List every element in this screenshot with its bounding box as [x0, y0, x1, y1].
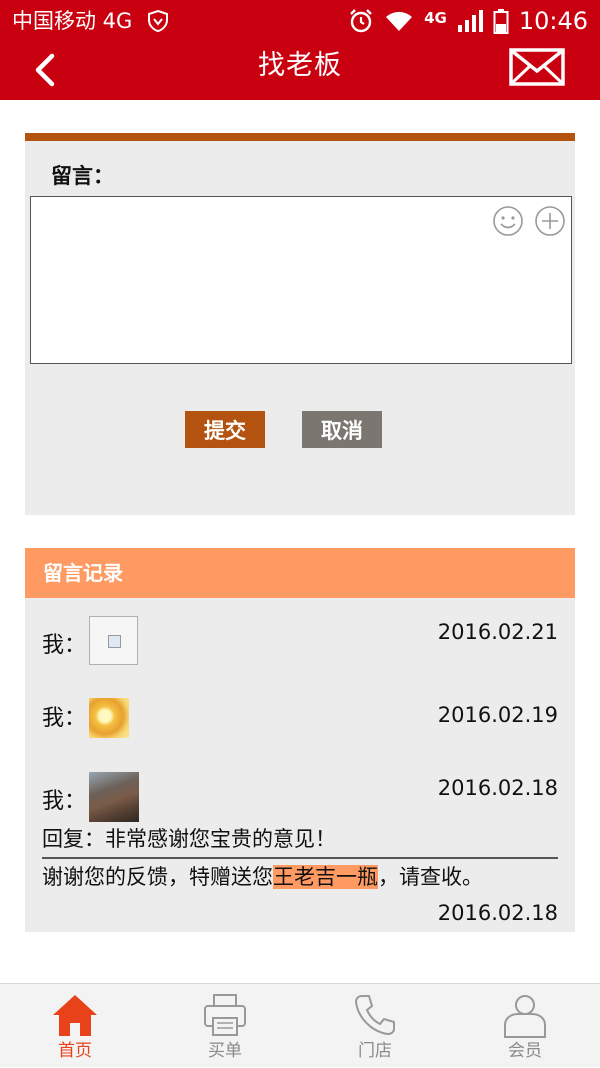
- phone-icon: [354, 995, 395, 1036]
- shield-icon: [148, 9, 168, 33]
- thanks-prefix: 谢谢您的反馈，特赠送您: [42, 865, 273, 889]
- status-bar: 中国移动 4G 4G 10:46: [0, 0, 600, 42]
- nav-item-bill[interactable]: 买单: [150, 984, 300, 1068]
- message-form-panel: 留言： 提交 取消: [25, 133, 575, 515]
- battery-icon: [493, 9, 509, 34]
- cancel-button[interactable]: 取消: [302, 411, 382, 448]
- clock: 10:46: [518, 7, 588, 35]
- plus-circle-icon[interactable]: [534, 205, 566, 237]
- wifi-icon: [386, 11, 413, 31]
- home-icon: [53, 995, 97, 1036]
- record-date: 2016.02.21: [437, 620, 558, 644]
- user-icon: [504, 995, 546, 1038]
- record-date: 2016.02.19: [437, 703, 558, 727]
- nav-label: 门店: [358, 1041, 392, 1061]
- smiley-icon[interactable]: [492, 205, 524, 237]
- reply-date: 2016.02.18: [437, 901, 558, 925]
- reply-divider: [42, 857, 558, 859]
- thanks-suffix: ，请查收。: [378, 865, 483, 889]
- alarm-icon: [350, 9, 372, 33]
- record-image-flower[interactable]: [89, 698, 129, 738]
- record-date: 2016.02.18: [437, 776, 558, 800]
- message-button[interactable]: [509, 47, 565, 87]
- app-header: 找老板: [0, 42, 600, 100]
- nav-item-member[interactable]: 会员: [450, 984, 600, 1068]
- nav-item-store[interactable]: 门店: [300, 984, 450, 1068]
- network-type-label: 4G: [424, 9, 447, 27]
- gift-highlight: 王老吉一瓶: [273, 865, 378, 889]
- nav-item-home[interactable]: 首页: [0, 984, 150, 1068]
- nav-label: 买单: [208, 1041, 242, 1061]
- message-records-panel: 留言记录 我： 2016.02.21 我： 2016.02.19 我： 2016…: [25, 548, 575, 932]
- carrier-label: 中国移动 4G: [12, 9, 133, 33]
- record-image-broken[interactable]: [89, 616, 138, 665]
- printer-icon: [204, 994, 246, 1036]
- record-image-photo[interactable]: [89, 772, 139, 822]
- thanks-text: 谢谢您的反馈，特赠送您王老吉一瓶，请查收。: [42, 862, 483, 892]
- nav-label: 首页: [58, 1041, 92, 1061]
- bottom-nav: 首页 买单 门店 会员: [0, 983, 600, 1067]
- message-label: 留言：: [51, 164, 114, 188]
- nav-label: 会员: [508, 1041, 542, 1061]
- submit-button[interactable]: 提交: [185, 411, 265, 448]
- record-author: 我：: [42, 789, 87, 814]
- message-input[interactable]: [30, 196, 572, 364]
- signal-icon: [457, 10, 483, 32]
- reply-text: 回复：非常感谢您宝贵的意见！: [42, 827, 336, 851]
- record-author: 我：: [42, 706, 87, 731]
- envelope-icon: [509, 48, 565, 86]
- record-author: 我：: [42, 633, 87, 658]
- records-header: 留言记录: [25, 548, 575, 598]
